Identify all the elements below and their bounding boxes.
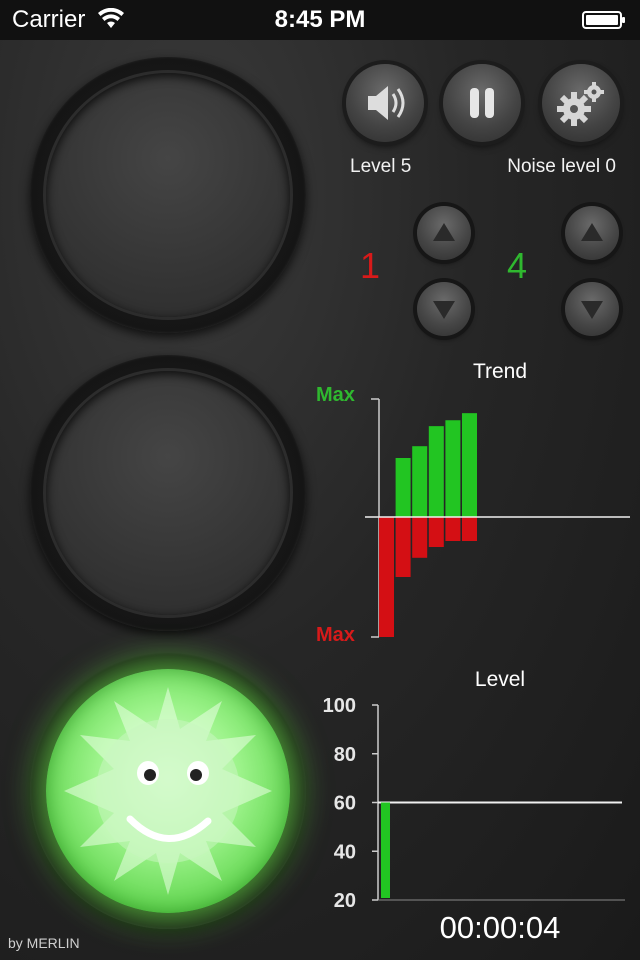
battery-icon — [582, 11, 625, 29]
level-chart: 100 80 60 40 20 — [323, 695, 625, 910]
trend-bar-positive — [395, 458, 411, 517]
increase-left-button[interactable] — [417, 206, 471, 260]
trend-bar-positive — [462, 413, 477, 517]
pause-icon — [470, 88, 494, 118]
trend-bar-positive — [428, 426, 444, 517]
left-threshold-value: 1 — [360, 245, 381, 286]
up-arrow-icon — [433, 223, 455, 241]
level-label: Level 5 — [350, 156, 412, 177]
indicator-light-yellow — [30, 355, 306, 631]
settings-button[interactable] — [542, 64, 620, 142]
trend-bar-negative — [412, 517, 428, 558]
indicator-light-green — [30, 653, 306, 929]
increase-right-button[interactable] — [565, 206, 619, 260]
clock: 8:45 PM — [274, 6, 366, 33]
elapsed-timer: 00:00:04 — [439, 910, 561, 945]
status-bar: Carrier 8:45 PM — [0, 0, 640, 40]
level-y-tick-label: 20 — [334, 890, 356, 910]
level-y-tick-label: 100 — [323, 695, 356, 717]
credit-label: by MERLIN — [8, 935, 80, 951]
trend-chart — [365, 398, 630, 638]
trend-bar-positive — [412, 446, 428, 517]
decrease-right-button[interactable] — [565, 282, 619, 336]
level-chart-title: Level — [474, 668, 526, 691]
trend-bar-positive — [445, 420, 461, 517]
sound-button[interactable] — [346, 64, 424, 142]
level-bar — [381, 802, 390, 898]
level-y-tick-label: 40 — [334, 841, 356, 863]
trend-bar-negative — [445, 517, 461, 541]
trend-chart-title: Trend — [472, 360, 528, 383]
level-y-tick-label: 80 — [334, 744, 356, 766]
noise-level-label: Noise level 0 — [507, 156, 616, 177]
speaker-icon — [368, 86, 405, 120]
down-arrow-icon — [433, 301, 455, 319]
right-threshold-value: 4 — [507, 245, 528, 286]
gears-icon — [557, 82, 604, 126]
trend-max-bottom-label: Max — [316, 624, 355, 646]
trend-bar-negative — [379, 517, 394, 637]
pause-button[interactable] — [443, 64, 521, 142]
trend-bar-negative — [428, 517, 444, 547]
down-arrow-icon — [581, 301, 603, 319]
up-arrow-icon — [581, 223, 603, 241]
smiley-face-icon — [64, 687, 272, 895]
indicator-light-red — [30, 57, 306, 333]
decrease-left-button[interactable] — [417, 282, 471, 336]
trend-bar-negative — [462, 517, 477, 541]
level-y-tick-label: 60 — [334, 793, 356, 815]
trend-bar-negative — [395, 517, 411, 577]
trend-max-top-label: Max — [316, 384, 355, 406]
